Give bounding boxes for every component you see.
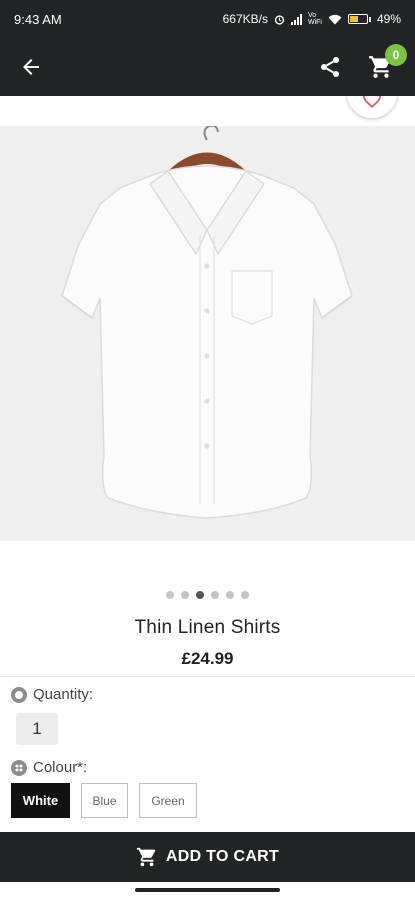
share-button[interactable] xyxy=(313,50,347,84)
alarm-icon xyxy=(274,14,285,25)
back-button[interactable] xyxy=(14,50,48,84)
cart-button[interactable]: 0 xyxy=(361,44,407,87)
app-bar: 0 xyxy=(0,38,415,96)
battery-icon xyxy=(347,14,371,24)
product-price: £24.99 xyxy=(181,649,234,668)
cart-count-badge: 0 xyxy=(385,44,407,66)
product-image-carousel[interactable] xyxy=(0,96,415,541)
divider xyxy=(0,676,415,677)
colour-option-green[interactable]: Green xyxy=(139,783,197,818)
product-title: Thin Linen Shirts xyxy=(134,617,281,638)
heart-icon xyxy=(362,96,382,108)
add-to-cart-label: ADD TO CART xyxy=(165,848,280,865)
status-time: 9:43 AM xyxy=(14,11,62,27)
net-speed: 667KB/s xyxy=(222,12,268,26)
colour-label-text: Colour*: xyxy=(33,759,88,776)
wishlist-button[interactable] xyxy=(347,96,397,118)
arrow-left-icon xyxy=(23,59,39,75)
carousel-dot[interactable] xyxy=(241,591,249,599)
signal-icon xyxy=(290,13,302,25)
share-icon xyxy=(321,57,339,77)
product-photo xyxy=(0,124,415,541)
colour-options: White Blue Green xyxy=(11,783,197,818)
home-indicator[interactable] xyxy=(135,888,280,892)
colour-palette-icon xyxy=(11,759,27,776)
carousel-dot-active[interactable] xyxy=(196,591,204,599)
quantity-label: Quantity: xyxy=(11,686,93,703)
carousel-indicators xyxy=(0,591,415,599)
add-to-cart-button[interactable]: ADD TO CART xyxy=(0,832,415,882)
status-indicators: 667KB/s Vo WiFi 49% xyxy=(223,12,401,26)
volte-wifi-label: Vo WiFi xyxy=(307,12,322,26)
wifi-icon xyxy=(328,14,342,24)
shirt-image xyxy=(61,124,353,519)
quantity-icon xyxy=(11,686,27,703)
carousel-dot[interactable] xyxy=(226,591,234,599)
quantity-label-text: Quantity: xyxy=(33,686,94,703)
quantity-input[interactable]: 1 xyxy=(16,713,58,745)
colour-option-white[interactable]: White xyxy=(11,783,70,818)
carousel-dot[interactable] xyxy=(181,591,189,599)
battery-percent: 49% xyxy=(376,12,401,26)
cart-icon xyxy=(136,847,156,867)
colour-label: Colour*: xyxy=(11,759,87,776)
status-bar: 9:43 AM 667KB/s Vo WiFi 49% xyxy=(0,0,415,38)
carousel-dot[interactable] xyxy=(211,591,219,599)
carousel-dot[interactable] xyxy=(166,591,174,599)
colour-option-blue[interactable]: Blue xyxy=(81,783,128,818)
